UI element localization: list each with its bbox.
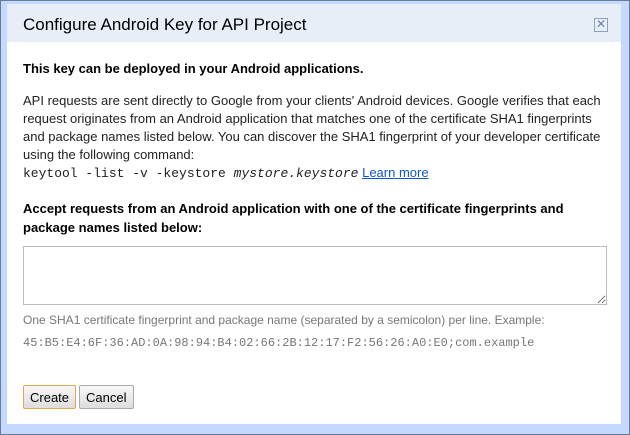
close-icon[interactable]: ✕ [594,18,608,32]
field-label: Accept requests from an Android applicat… [23,201,564,235]
learn-more-link[interactable]: Learn more [362,165,428,180]
description: API requests are sent directly to Google… [23,92,605,183]
configure-android-key-dialog: Configure Android Key for API Project ✕ … [7,4,621,424]
description-text: API requests are sent directly to Google… [23,93,601,162]
fingerprints-input[interactable] [23,246,607,305]
deploy-heading: This key can be deployed in your Android… [23,61,364,76]
cancel-button[interactable]: Cancel [79,385,134,409]
create-button[interactable]: Create [23,385,77,409]
field-example: 45:B5:E4:6F:36:AD:0A:98:94:B4:02:66:2B:1… [23,336,535,350]
field-hint: One SHA1 certificate fingerprint and pac… [23,313,545,327]
command-keystore: mystore.keystore [233,166,359,181]
command-text: keytool -list -v -keystore [23,166,234,181]
dialog-title: Configure Android Key for API Project [23,15,307,34]
dialog-header: Configure Android Key for API Project ✕ [7,4,621,42]
